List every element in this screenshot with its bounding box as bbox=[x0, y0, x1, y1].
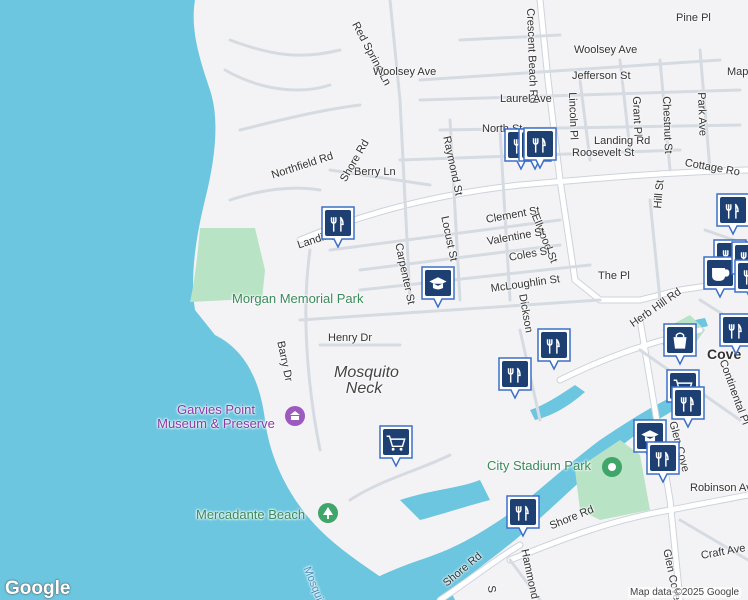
harbor-inlet bbox=[400, 480, 490, 520]
fork-knife-icon bbox=[646, 441, 680, 484]
fork-knife-icon bbox=[321, 206, 355, 249]
street-label: Roosevelt St bbox=[572, 147, 635, 159]
shopping-cart-icon bbox=[379, 425, 413, 468]
street-label: Berry Ln bbox=[354, 166, 396, 178]
mosquito-neck-label: Mosquito Neck bbox=[334, 364, 399, 397]
street-label: Henry Dr bbox=[328, 332, 373, 344]
tree-icon[interactable] bbox=[318, 503, 338, 523]
fork-knife-icon bbox=[537, 328, 571, 371]
fork-knife-icon bbox=[719, 313, 748, 356]
street-label: Laurel Ave bbox=[500, 93, 552, 105]
fork-knife-icon bbox=[523, 127, 557, 170]
graduation-cap-icon bbox=[421, 266, 455, 309]
fork-knife-marker[interactable] bbox=[645, 440, 681, 484]
shopping-bag-marker[interactable] bbox=[662, 322, 698, 366]
graduation-cap-marker[interactable] bbox=[420, 265, 456, 309]
map-canvas[interactable]: Red Spring Ln Crescent Beach Rd Pine Pl Woo… bbox=[0, 0, 748, 600]
street-label: Chestnut St bbox=[660, 96, 675, 154]
fork-knife-icon bbox=[506, 495, 540, 538]
google-logo: Google bbox=[5, 578, 71, 599]
shopping-cart-marker[interactable] bbox=[378, 424, 414, 468]
fork-knife-marker[interactable] bbox=[715, 192, 748, 236]
fork-knife-marker[interactable] bbox=[522, 126, 558, 170]
garvies-point-museum-label[interactable]: Garvies Point Museum & Preserve bbox=[152, 403, 280, 431]
street-label: Jefferson St bbox=[572, 70, 631, 82]
map-attribution[interactable]: Map data ©2025 Google bbox=[628, 587, 742, 598]
street-label: Hill St bbox=[652, 179, 667, 210]
street-label: Robinson Ave bbox=[690, 482, 748, 494]
street-label: Grant Pl bbox=[630, 96, 644, 137]
street-label: Park Ave bbox=[695, 92, 709, 137]
fork-knife-icon bbox=[734, 259, 748, 296]
street-label: Landing Rd bbox=[594, 135, 651, 147]
fork-knife-marker[interactable] bbox=[536, 327, 572, 371]
fork-knife-marker[interactable] bbox=[505, 494, 541, 538]
shopping-bag-icon bbox=[663, 323, 697, 366]
morgan-memorial-park-label[interactable]: Morgan Memorial Park bbox=[232, 292, 364, 306]
street-label: Woolsey Ave bbox=[574, 44, 638, 56]
street-label: The Pl bbox=[598, 270, 630, 282]
fork-knife-icon bbox=[716, 193, 748, 236]
street-label: S bbox=[485, 585, 498, 594]
fork-knife-marker[interactable] bbox=[670, 385, 706, 429]
street-label: Woolsey Ave bbox=[373, 66, 437, 78]
fork-knife-marker[interactable] bbox=[320, 205, 356, 249]
fork-knife-marker[interactable] bbox=[497, 356, 533, 400]
fork-knife-icon bbox=[671, 386, 705, 429]
fork-knife-icon bbox=[498, 357, 532, 400]
fork-knife-marker[interactable] bbox=[718, 312, 748, 356]
map-base-layer bbox=[0, 0, 748, 600]
city-stadium-park-label[interactable]: City Stadium Park bbox=[487, 459, 591, 473]
street-label: Lincoln Pl bbox=[566, 92, 580, 141]
street-label: Pine Pl bbox=[676, 12, 711, 24]
fork-knife-marker[interactable] bbox=[733, 258, 748, 302]
street-label: Map bbox=[727, 66, 748, 78]
mercadante-beach-label[interactable]: Mercadante Beach bbox=[196, 508, 305, 522]
park-icon[interactable] bbox=[602, 457, 622, 477]
museum-icon[interactable] bbox=[285, 406, 305, 426]
